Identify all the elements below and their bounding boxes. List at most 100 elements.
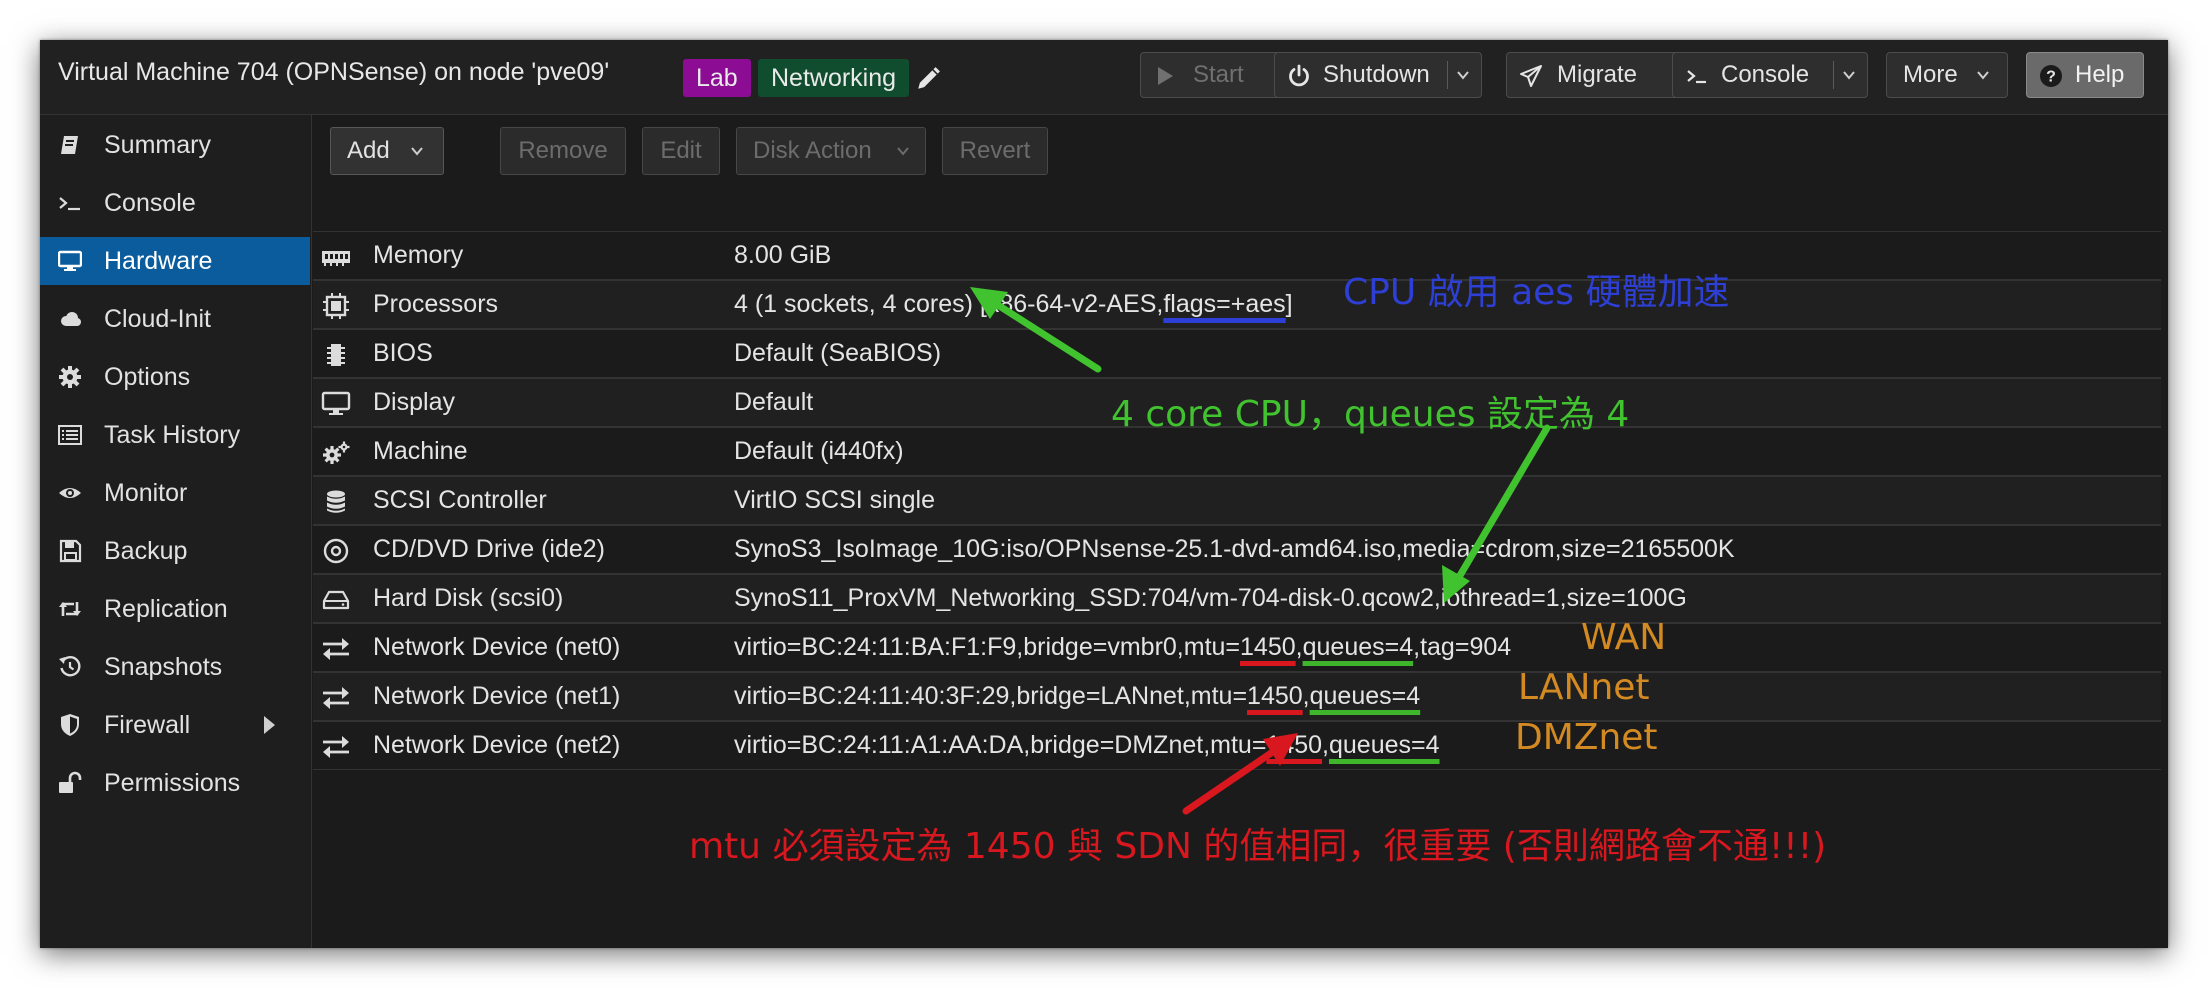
migrate-button[interactable]: Migrate (1506, 52, 1696, 98)
shield-icon (61, 714, 79, 736)
chevron-down-icon (411, 147, 423, 156)
table-row-processors[interactable]: Processors 4 (1 sockets, 4 cores) [x86-6… (313, 280, 2161, 329)
sidebar-item-label: Backup (104, 537, 188, 565)
sidebar-item-label: Cloud-Init (104, 305, 211, 333)
exchange-icon (323, 638, 349, 660)
console-label: Console (1721, 61, 1810, 88)
annotation-wan: WAN (1581, 617, 1667, 658)
row-key: BIOS (373, 339, 433, 367)
queues-highlight: queues=4 (1329, 731, 1440, 759)
terminal-icon (1687, 70, 1706, 84)
sidebar-item-summary[interactable]: Summary (40, 121, 310, 169)
start-button[interactable]: Start (1140, 52, 1282, 98)
terminal-icon (59, 197, 80, 211)
sidebar-item-label: Replication (104, 595, 228, 623)
sidebar-item-hardware[interactable]: Hardware (40, 237, 310, 285)
table-row-net0[interactable]: Network Device (net0) virtio=BC:24:11:BA… (313, 623, 2161, 672)
svg-text:?: ? (2046, 69, 2056, 86)
table-row-memory[interactable]: Memory 8.00 GiB (313, 231, 2161, 280)
row-key: Processors (373, 290, 499, 318)
revert-label: Revert (959, 137, 1031, 164)
annotation-mtu-warning: mtu 必須設定為 1450 與 SDN 的值相同，很重要 (否則網路會不通!!… (689, 826, 1827, 867)
tag-lab[interactable]: Lab (683, 59, 751, 97)
shutdown-button[interactable]: Shutdown (1274, 52, 1482, 98)
annotation-lannet: LANnet (1518, 667, 1650, 708)
add-button[interactable]: Add (330, 127, 444, 175)
row-value: 8.00 GiB (734, 241, 832, 269)
page-title: Virtual Machine 704 (OPNSense) on node '… (58, 58, 610, 86)
book-icon (61, 136, 78, 154)
hardware-toolbar: Add Remove Edit Disk Action Revert (312, 115, 2168, 189)
help-label: Help (2075, 61, 2125, 88)
help-button[interactable]: ? Help (2026, 52, 2144, 98)
chevron-down-icon[interactable] (1455, 67, 1471, 83)
sidebar-item-label: Console (104, 189, 196, 217)
sidebar-item-options[interactable]: Options (40, 353, 310, 401)
queues-highlight: queues=4 (1302, 633, 1414, 661)
table-row-net2[interactable]: Network Device (net2) virtio=BC:24:11:A1… (313, 721, 2161, 770)
floppy-icon (59, 539, 82, 563)
sidebar-item-replication[interactable]: Replication (40, 585, 310, 633)
console-button[interactable]: Console (1672, 52, 1868, 98)
sidebar-item-permissions[interactable]: Permissions (40, 759, 310, 807)
sidebar-item-label: Snapshots (104, 653, 223, 681)
shutdown-label: Shutdown (1323, 61, 1430, 88)
sidebar-item-label: Firewall (104, 711, 191, 739)
vm-header: Virtual Machine 704 (OPNSense) on node '… (40, 40, 2168, 115)
migrate-label: Migrate (1557, 61, 1638, 88)
cpu-icon (323, 293, 349, 319)
disk-action-label: Disk Action (753, 137, 872, 164)
cdrom-icon (323, 538, 349, 564)
edit-button[interactable]: Edit (642, 127, 720, 175)
bios-chip-icon (327, 344, 345, 366)
table-row-bios[interactable]: BIOS Default (SeaBIOS) (313, 329, 2161, 378)
sidebar-item-snapshots[interactable]: Snapshots (40, 643, 310, 691)
row-key: Machine (373, 437, 468, 465)
revert-button[interactable]: Revert (942, 127, 1048, 175)
sidebar-item-cloud-init[interactable]: Cloud-Init (40, 295, 310, 343)
table-row-hard-disk[interactable]: Hard Disk (scsi0) SynoS11_ProxVM_Network… (313, 574, 2161, 623)
expand-arrow-icon[interactable] (264, 716, 275, 734)
row-key: Hard Disk (scsi0) (373, 584, 564, 612)
sidebar-item-monitor[interactable]: Monitor (40, 469, 310, 517)
tag-networking[interactable]: Networking (758, 59, 910, 97)
retweet-icon (59, 602, 81, 616)
mtu-highlight: 1450 (1266, 731, 1323, 759)
sidebar-item-label: Permissions (104, 769, 241, 797)
table-row-net1[interactable]: Network Device (net1) virtio=BC:24:11:40… (313, 672, 2161, 721)
row-value: 4 (1 sockets, 4 cores) [x86-64-v2-AES,fl… (734, 281, 1293, 328)
question-circle-icon: ? (2040, 65, 2062, 87)
sidebar-item-firewall[interactable]: Firewall (40, 701, 310, 749)
comma: , (1302, 682, 1310, 710)
row-value: virtio=BC:24:11:A1:AA:DA,bridge=DMZnet,m… (734, 722, 1440, 769)
sidebar-item-console[interactable]: Console (40, 179, 310, 227)
table-row-scsi-controller[interactable]: SCSI Controller VirtIO SCSI single (313, 476, 2161, 525)
gear-icon (59, 366, 81, 388)
sidebar-item-task-history[interactable]: Task History (40, 411, 310, 459)
net2-value: virtio=BC:24:11:A1:AA:DA,bridge=DMZnet,m… (734, 731, 1267, 759)
table-row-cdrom[interactable]: CD/DVD Drive (ide2) SynoS3_IsoImage_10G:… (313, 525, 2161, 574)
comma: , (1295, 633, 1303, 661)
row-value: virtio=BC:24:11:40:3F:29,bridge=LANnet,m… (734, 673, 1420, 720)
desktop-icon (321, 391, 351, 415)
cloud-icon (61, 312, 81, 326)
row-key: Memory (373, 241, 464, 269)
eye-icon (59, 488, 81, 498)
processors-value: 4 (1 sockets, 4 cores) [x86-64-v2-AES, (734, 290, 1164, 318)
disk-action-button[interactable]: Disk Action (736, 127, 926, 175)
edit-tags-pencil-icon[interactable] (915, 66, 941, 92)
row-value: SynoS11_ProxVM_Networking_SSD:704/vm-704… (734, 584, 1687, 612)
more-label: More (1903, 61, 1958, 88)
aes-flag-highlight: flags=+aes (1163, 290, 1286, 318)
sidebar-item-backup[interactable]: Backup (40, 527, 310, 575)
row-key: CD/DVD Drive (ide2) (373, 535, 605, 563)
chevron-down-icon (1977, 71, 1989, 80)
add-label: Add (347, 137, 390, 164)
more-button[interactable]: More (1886, 52, 2008, 98)
play-icon (1158, 67, 1173, 85)
list-icon (58, 425, 82, 445)
chevron-down-icon[interactable] (1841, 67, 1857, 83)
net0-tag: ,tag=904 (1413, 633, 1512, 661)
remove-button[interactable]: Remove (500, 127, 626, 175)
memory-icon (322, 251, 350, 266)
